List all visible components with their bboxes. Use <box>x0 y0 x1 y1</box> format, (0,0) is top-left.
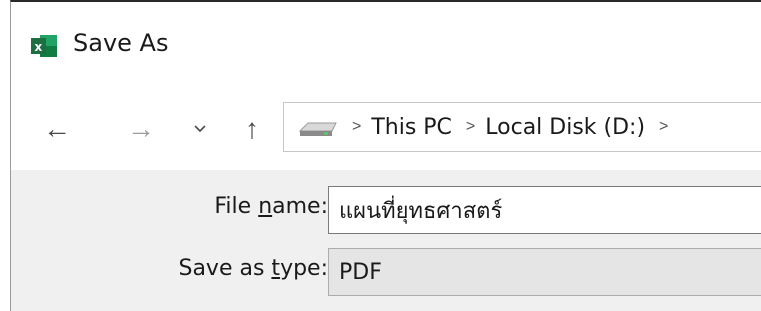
back-arrow-icon: ← <box>43 113 71 144</box>
file-name-label: File name: <box>214 194 328 219</box>
back-button[interactable]: ← <box>37 112 77 146</box>
svg-text:x: x <box>35 40 43 54</box>
chevron-right-icon: > <box>352 118 362 135</box>
forward-button[interactable]: → <box>121 112 161 146</box>
excel-icon: x <box>31 35 57 57</box>
forward-arrow-icon: → <box>127 113 155 144</box>
title-bar: x Save As <box>11 2 761 84</box>
up-arrow-icon: ↑ <box>245 113 259 144</box>
save-as-type-label: Save as type: <box>178 256 328 281</box>
navigation-bar: ← → ↑ > This PC > Local Disk (D:) > <box>11 100 761 156</box>
background-window-edge <box>0 0 10 311</box>
chevron-right-icon: > <box>659 118 669 135</box>
drive-icon <box>298 122 337 136</box>
save-as-dialog: x Save As ← → ↑ > This PC > Local Disk (… <box>10 0 761 311</box>
breadcrumb-this-pc[interactable]: This PC <box>371 115 452 140</box>
chevron-right-icon: > <box>465 118 476 135</box>
file-name-value: แผนที่ยุทธศาสตร์ <box>339 198 503 224</box>
breadcrumb-local-disk[interactable]: Local Disk (D:) <box>485 115 645 140</box>
address-bar[interactable]: > This PC > Local Disk (D:) > <box>283 102 761 152</box>
recent-locations-button[interactable] <box>187 112 213 146</box>
up-button[interactable]: ↑ <box>237 112 267 146</box>
save-options-panel: File name: แผนที่ยุทธศาสตร์ Save as type… <box>11 170 761 311</box>
chevron-down-icon <box>194 125 206 133</box>
save-as-type-value: PDF <box>339 259 382 285</box>
file-name-input[interactable]: แผนที่ยุทธศาสตร์ <box>328 186 761 234</box>
save-as-type-select[interactable]: PDF <box>328 248 761 296</box>
dialog-title: Save As <box>73 29 169 57</box>
